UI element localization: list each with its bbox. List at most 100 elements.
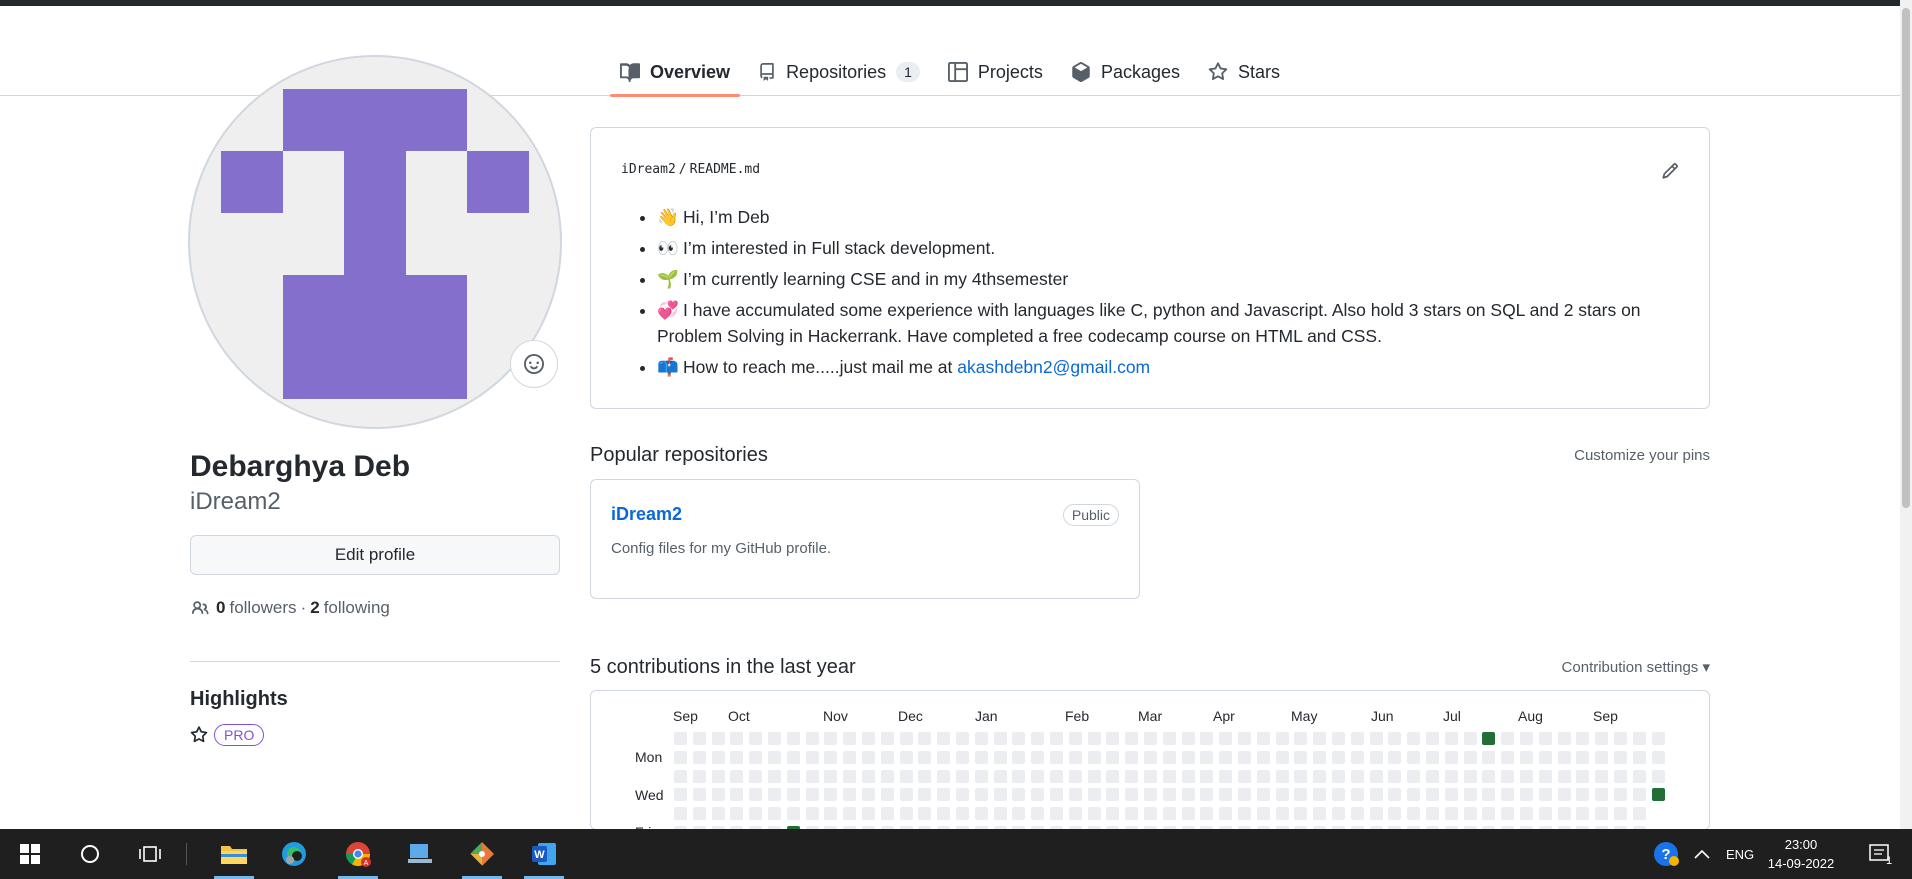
contribution-cell[interactable] (993, 750, 1007, 764)
contribution-cell[interactable] (880, 769, 894, 783)
search-button[interactable] (62, 829, 118, 879)
customize-pins-link[interactable]: Customize your pins (1574, 447, 1710, 464)
contribution-cell[interactable] (805, 732, 819, 745)
contribution-cell[interactable] (1538, 788, 1552, 802)
contribution-cell[interactable] (1012, 769, 1026, 783)
word-button[interactable]: W (516, 829, 572, 879)
contribution-cell[interactable] (1444, 769, 1458, 783)
contribution-cell[interactable] (1557, 750, 1571, 764)
page-scrollbar[interactable] (1900, 0, 1912, 829)
contribution-cell[interactable] (843, 732, 857, 745)
contribution-cell[interactable] (1050, 769, 1063, 783)
tab-overview[interactable]: Overview (610, 48, 741, 97)
contribution-cell[interactable] (749, 750, 763, 764)
contribution-cell[interactable] (1012, 750, 1026, 764)
contribution-cell[interactable] (1482, 788, 1496, 802)
contribution-cell[interactable] (1012, 732, 1026, 745)
contribution-cell[interactable] (1482, 732, 1496, 745)
contribution-cell[interactable] (1463, 750, 1477, 764)
contribution-cell[interactable] (1294, 769, 1308, 783)
contribution-cell[interactable] (711, 732, 725, 745)
contribution-cell[interactable] (1313, 769, 1327, 783)
contribution-cell[interactable] (862, 769, 875, 783)
contribution-cell[interactable] (1200, 788, 1214, 802)
contribution-cell[interactable] (1181, 732, 1195, 745)
edge-button[interactable] (266, 829, 322, 879)
contribution-cell[interactable] (993, 732, 1007, 745)
contribution-cell[interactable] (1144, 732, 1157, 745)
contribution-cell[interactable] (1162, 788, 1176, 802)
contribution-cell[interactable] (1614, 732, 1627, 745)
contribution-cell[interactable] (1125, 750, 1139, 764)
contribution-cell[interactable] (918, 769, 932, 783)
contribution-cell[interactable] (786, 788, 800, 802)
contribution-cell[interactable] (1050, 732, 1063, 745)
contribution-cell[interactable] (1576, 788, 1590, 802)
contribution-cell[interactable] (730, 769, 744, 783)
contribution-cell[interactable] (1369, 769, 1383, 783)
contribution-cell[interactable] (749, 807, 763, 821)
contribution-cell[interactable] (1614, 750, 1627, 764)
contribution-cell[interactable] (1275, 732, 1289, 745)
following-link[interactable]: following (324, 598, 390, 618)
contribution-cell[interactable] (918, 788, 932, 802)
edit-profile-button[interactable]: Edit profile (190, 535, 560, 575)
contribution-cell[interactable] (711, 788, 725, 802)
contribution-cell[interactable] (1463, 807, 1477, 821)
contribution-cell[interactable] (1087, 788, 1101, 802)
contribution-cell[interactable] (899, 750, 913, 764)
contribution-cell[interactable] (1595, 788, 1609, 802)
following-count[interactable]: 2 (310, 598, 319, 618)
contribution-cell[interactable] (1482, 750, 1496, 764)
contribution-cell[interactable] (1501, 807, 1515, 821)
contribution-cell[interactable] (824, 769, 838, 783)
contribution-cell[interactable] (1332, 769, 1345, 783)
contribution-cell[interactable] (768, 732, 781, 745)
contribution-cell[interactable] (805, 750, 819, 764)
contribution-cell[interactable] (1595, 769, 1609, 783)
contribution-cell[interactable] (824, 732, 838, 745)
contribution-cell[interactable] (1426, 807, 1439, 821)
contribution-cell[interactable] (674, 732, 687, 745)
contribution-cell[interactable] (1275, 769, 1289, 783)
contribution-cell[interactable] (880, 732, 894, 745)
contribution-cell[interactable] (862, 732, 875, 745)
contribution-cell[interactable] (1294, 750, 1308, 764)
contribution-cell[interactable] (730, 807, 744, 821)
contribution-cell[interactable] (1012, 788, 1026, 802)
contribution-cell[interactable] (1275, 788, 1289, 802)
contribution-cell[interactable] (1256, 750, 1270, 764)
contribution-cell[interactable] (993, 807, 1007, 821)
contribution-cell[interactable] (956, 769, 969, 783)
contribution-cell[interactable] (1576, 750, 1590, 764)
contribution-cell[interactable] (674, 788, 687, 802)
contribution-cell[interactable] (1332, 732, 1345, 745)
contribution-cell[interactable] (768, 750, 781, 764)
contribution-cell[interactable] (805, 807, 819, 821)
contribution-cell[interactable] (918, 732, 932, 745)
contribution-cell[interactable] (1200, 732, 1214, 745)
contribution-cell[interactable] (749, 769, 763, 783)
edit-readme-button[interactable] (1661, 162, 1679, 185)
contribution-cell[interactable] (786, 732, 800, 745)
contribution-cell[interactable] (1144, 788, 1157, 802)
contribution-cell[interactable] (899, 732, 913, 745)
tab-projects[interactable]: Projects (938, 48, 1053, 96)
contribution-cell[interactable] (1632, 750, 1646, 764)
contribution-cell[interactable] (1595, 807, 1609, 821)
contribution-cell[interactable] (730, 788, 744, 802)
contribution-cell[interactable] (768, 807, 781, 821)
contribution-cell[interactable] (956, 750, 969, 764)
contribution-cell[interactable] (824, 807, 838, 821)
followers-count[interactable]: 0 (216, 598, 225, 618)
contribution-cell[interactable] (1012, 807, 1026, 821)
contribution-cell[interactable] (1388, 732, 1402, 745)
contribution-cell[interactable] (1595, 750, 1609, 764)
contribution-cell[interactable] (1031, 788, 1045, 802)
contribution-cell[interactable] (1031, 769, 1045, 783)
contribution-cell[interactable] (1313, 807, 1327, 821)
contribution-cell[interactable] (1162, 769, 1176, 783)
contribution-cell[interactable] (1482, 807, 1496, 821)
contribution-cell[interactable] (1068, 732, 1082, 745)
contribution-cell[interactable] (749, 732, 763, 745)
